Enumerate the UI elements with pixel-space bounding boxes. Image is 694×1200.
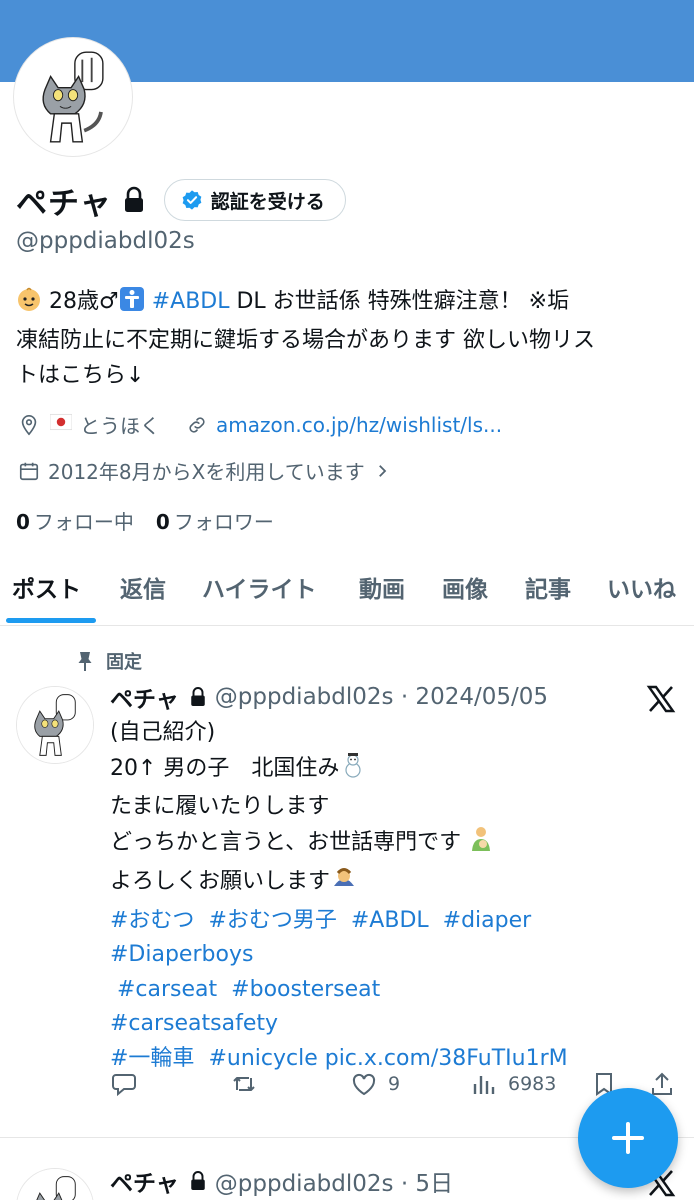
tab-articles[interactable]: 記事 bbox=[525, 570, 571, 604]
tab-images[interactable]: 画像 bbox=[442, 570, 488, 604]
tweet-hashtags: #Diaperboys bbox=[110, 938, 670, 973]
tweet-author-name[interactable]: ペチャ bbox=[110, 1164, 179, 1198]
views-button[interactable]: 6983 bbox=[470, 1070, 556, 1098]
tweet-header: ペチャ @pppdiabdl02s · 5日 bbox=[110, 1164, 453, 1198]
lock-icon bbox=[191, 687, 205, 706]
tweet-line: どっちかと言うと、お世話専門です bbox=[110, 825, 670, 865]
hashtag-link[interactable]: #Diaperboys bbox=[110, 942, 253, 967]
cat-avatar-icon bbox=[17, 41, 129, 153]
tab-replies[interactable]: 返信 bbox=[120, 570, 166, 604]
caregiver-emoji-icon bbox=[468, 825, 494, 865]
profile-meta-row: とうほく amazon.co.jp/hz/wishlist/ls... bbox=[18, 410, 502, 439]
hashtag-link[interactable]: #carseat bbox=[117, 977, 217, 1002]
retweet-button[interactable] bbox=[230, 1070, 258, 1098]
bio-text: 28歳♂ bbox=[42, 289, 119, 314]
views-icon bbox=[473, 1076, 495, 1094]
compose-button[interactable] bbox=[578, 1088, 678, 1188]
active-tab-indicator bbox=[6, 618, 96, 623]
bio-hashtag[interactable]: #ABDL bbox=[152, 289, 230, 314]
joined-text: 2012年8月からXを利用しています bbox=[48, 460, 365, 484]
tweet-handle-date[interactable]: @pppdiabdl02s · 2024/05/05 bbox=[215, 684, 548, 710]
location-text: とうほく bbox=[80, 414, 160, 438]
verified-badge-icon bbox=[182, 190, 202, 210]
followers-link[interactable]: 0 フォロワー bbox=[156, 506, 274, 535]
lock-icon bbox=[124, 186, 143, 212]
bowing-person-emoji-icon bbox=[330, 864, 358, 904]
hashtag-link[interactable]: #diaper bbox=[443, 908, 532, 933]
tab-highlights[interactable]: ハイライト bbox=[202, 570, 317, 604]
bio-text: 凍結防止に不定期に鍵垢する場合があります 欲しい物リス bbox=[16, 328, 595, 353]
tweet-hashtags: #carseat #boosterseat bbox=[110, 973, 670, 1008]
reply-button[interactable] bbox=[110, 1070, 138, 1098]
view-count: 6983 bbox=[508, 1073, 557, 1095]
tweet-avatar[interactable] bbox=[16, 686, 94, 764]
hashtag-link[interactable]: #おむつ bbox=[110, 908, 194, 933]
x-logo-icon[interactable] bbox=[646, 684, 676, 714]
profile-avatar[interactable] bbox=[14, 38, 132, 156]
get-verified-button[interactable]: 認証を受ける bbox=[163, 179, 346, 221]
tweet-hashtags: #carseatsafety bbox=[110, 1007, 670, 1042]
chevron-right-icon bbox=[378, 464, 387, 477]
calendar-icon bbox=[19, 462, 39, 480]
tweet-line: 20↑ 男の子 北国住み bbox=[110, 751, 670, 791]
tweet-line: たまに履いたりします bbox=[110, 794, 330, 819]
joined-row[interactable]: 2012年8月からXを利用しています bbox=[18, 456, 391, 485]
person-symbol-icon bbox=[119, 286, 145, 323]
like-button[interactable]: 9 bbox=[350, 1070, 400, 1098]
verify-label: 認証を受ける bbox=[210, 190, 325, 213]
hashtag-link[interactable]: #carseatsafety bbox=[110, 1011, 278, 1036]
profile-name-row: ペチャ 認証を受ける bbox=[16, 178, 346, 222]
japan-flag-icon bbox=[49, 411, 73, 438]
tweet-line: (自己紹介) bbox=[110, 720, 216, 745]
retweet-icon bbox=[233, 1077, 255, 1091]
hashtag-link[interactable]: #ABDL bbox=[351, 908, 429, 933]
cat-avatar-icon bbox=[17, 1169, 93, 1200]
profile-bio: 28歳♂ #ABDL DL お世話係 特殊性癖注意！ ※垢 凍結防止に不定期に鍵… bbox=[16, 284, 678, 393]
tab-posts[interactable]: ポスト bbox=[12, 570, 81, 604]
hashtag-link[interactable]: #一輪車 bbox=[110, 1046, 194, 1071]
reply-icon bbox=[112, 1074, 136, 1097]
pin-icon bbox=[78, 652, 92, 671]
tweet-author-name[interactable]: ペチャ bbox=[110, 680, 179, 714]
lock-icon bbox=[191, 1171, 205, 1190]
follow-counts: 0 フォロー中 0 フォロワー bbox=[16, 506, 274, 535]
hashtag-link[interactable]: #unicycle bbox=[208, 1046, 317, 1071]
tweet-line: よろしくお願いします bbox=[110, 864, 670, 904]
profile-handle: @pppdiabdl02s bbox=[16, 228, 195, 254]
like-icon bbox=[352, 1073, 376, 1096]
pinned-label: 固定 bbox=[76, 648, 142, 674]
like-count: 9 bbox=[388, 1073, 401, 1095]
compose-plus-icon bbox=[612, 1122, 644, 1154]
link-icon bbox=[189, 416, 205, 433]
tweet-hashtags: #おむつ #おむつ男子 #ABDL #diaper bbox=[110, 904, 670, 939]
hashtag-link[interactable]: #boosterseat bbox=[231, 977, 380, 1002]
tab-likes[interactable]: いいね bbox=[607, 570, 676, 604]
website-link[interactable]: amazon.co.jp/hz/wishlist/ls... bbox=[216, 413, 502, 437]
media-link[interactable]: pic.x.com/38FuTIu1rM bbox=[325, 1046, 568, 1071]
location-pin-icon bbox=[21, 414, 37, 435]
tweet-header: ペチャ @pppdiabdl02s · 2024/05/05 bbox=[110, 680, 548, 714]
tweet-text: (自己紹介) 20↑ 男の子 北国住み たまに履いたりします どっちかと言うと、… bbox=[110, 716, 670, 1076]
display-name: ペチャ bbox=[16, 185, 112, 222]
profile-tabs: ポスト 返信 ハイライト 動画 画像 記事 いいね bbox=[0, 556, 694, 626]
bio-text: トはこちら↓ bbox=[16, 363, 145, 388]
following-link[interactable]: 0 フォロー中 bbox=[16, 506, 134, 535]
snowman-emoji-icon bbox=[339, 751, 367, 791]
bio-text: DL お世話係 特殊性癖注意！ ※垢 bbox=[229, 289, 570, 314]
baby-emoji-icon bbox=[16, 286, 42, 323]
cat-avatar-icon bbox=[17, 687, 93, 763]
tweet-avatar[interactable] bbox=[16, 1168, 94, 1200]
hashtag-link[interactable]: #おむつ男子 bbox=[208, 908, 336, 933]
tab-videos[interactable]: 動画 bbox=[359, 570, 405, 604]
tweet-handle-date[interactable]: @pppdiabdl02s · 5日 bbox=[215, 1164, 453, 1198]
